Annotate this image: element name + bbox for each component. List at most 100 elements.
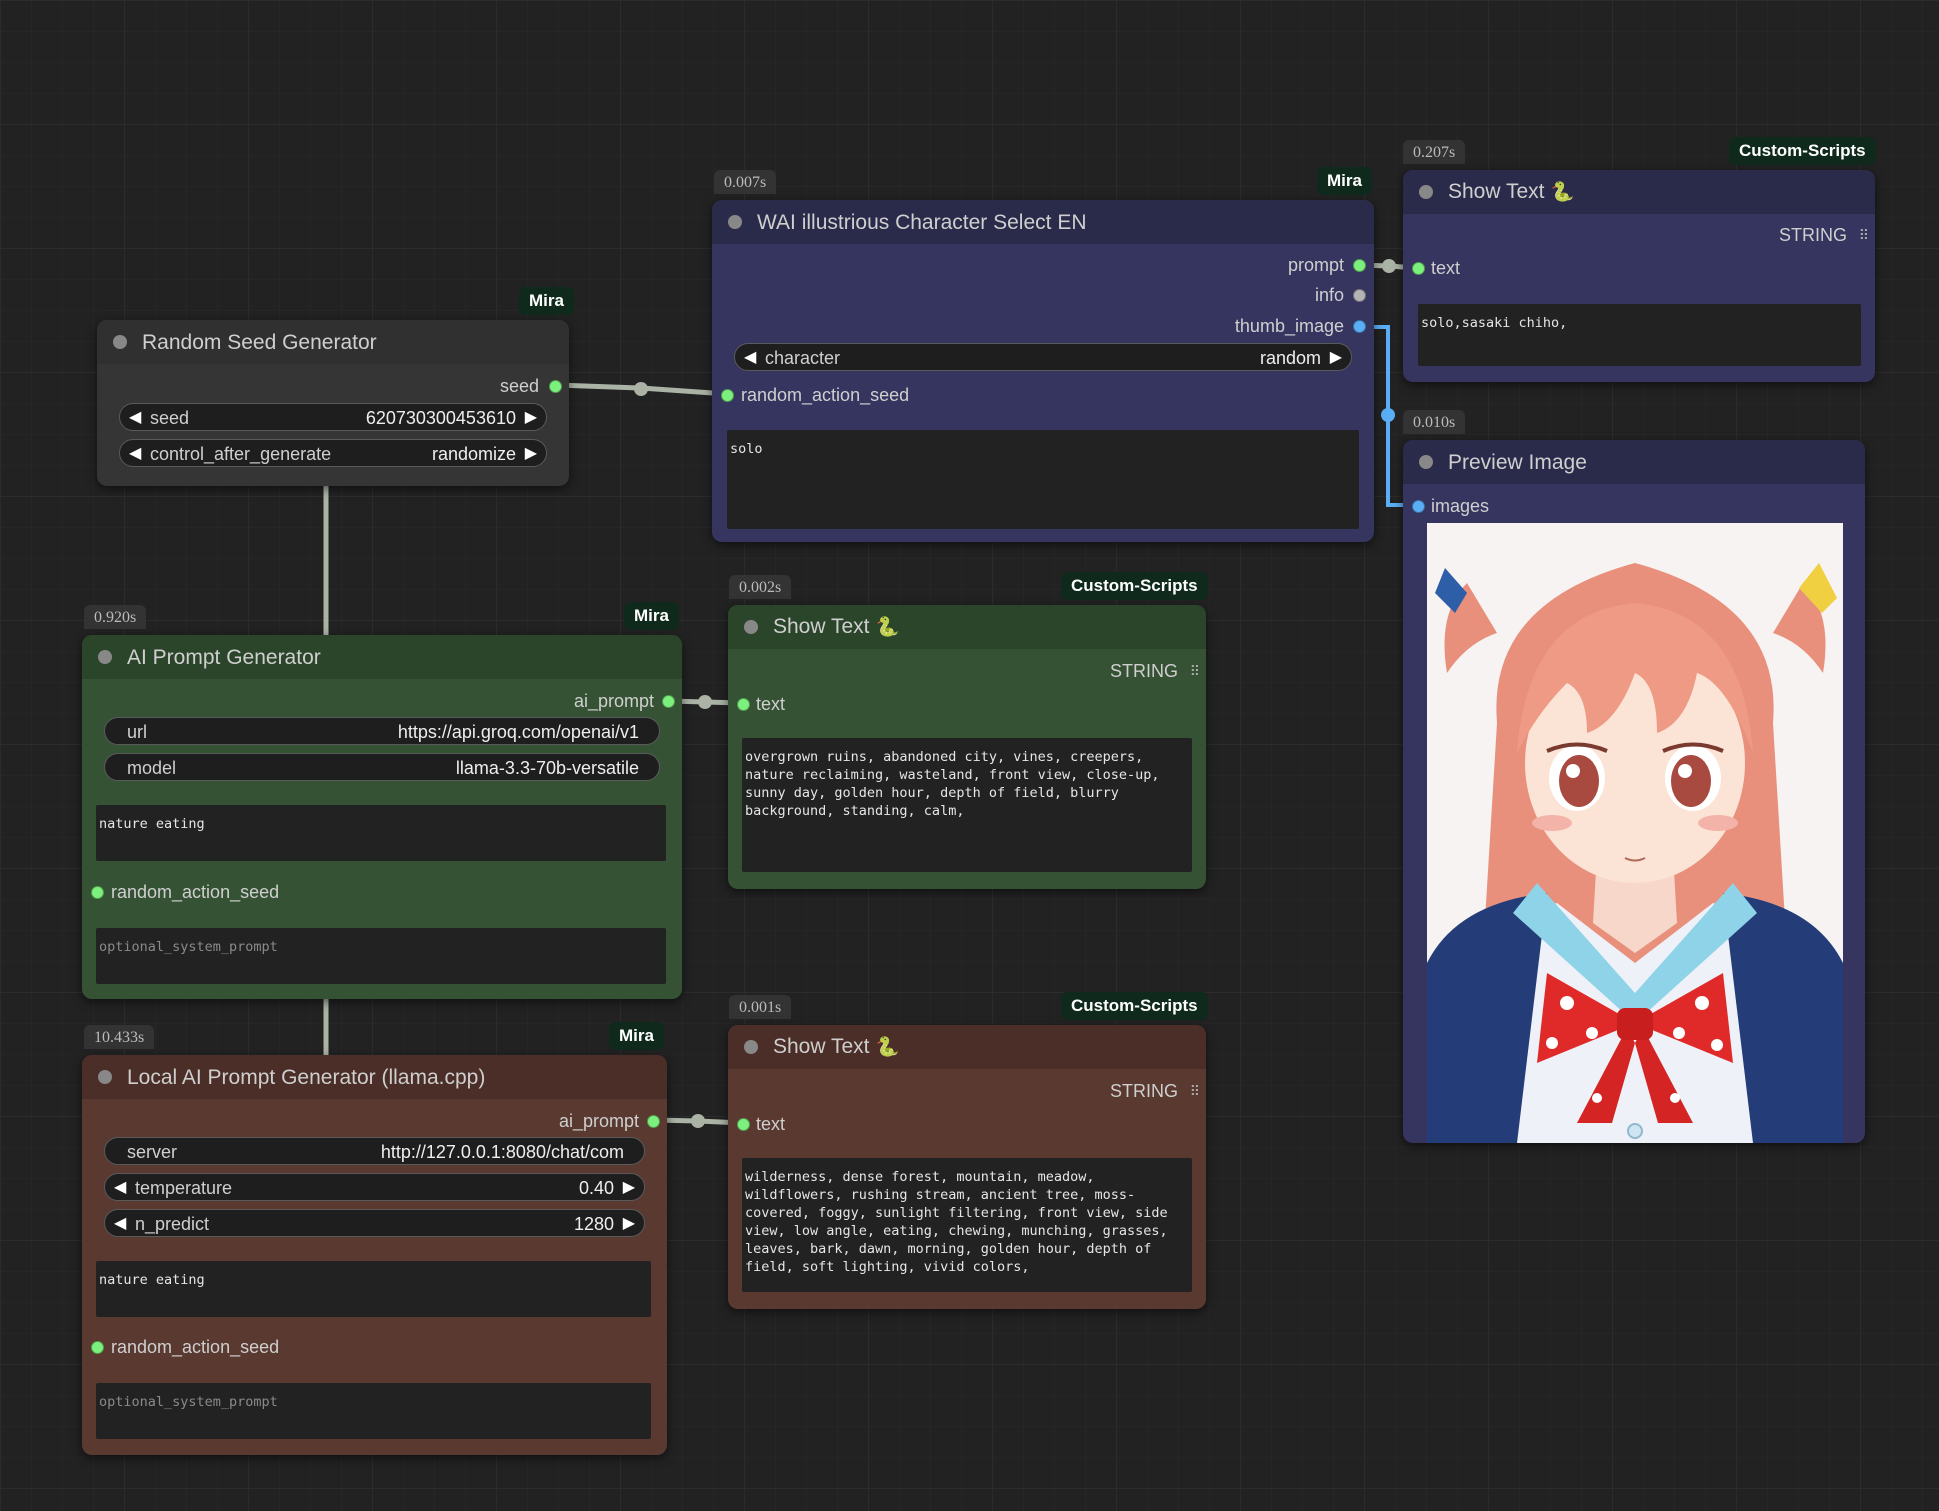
show-text-node-top[interactable]: Show Text 🐍 STRING ⠿ text solo,sasaki chi… (1403, 170, 1875, 382)
arrow-right-icon[interactable]: ▶ (525, 407, 537, 427)
node-title-bar[interactable]: Local AI Prompt Generator (llama.cpp) (82, 1055, 667, 1099)
output-ai-prompt-slot[interactable] (647, 1115, 660, 1128)
input-seed-label: random_action_seed (741, 385, 910, 405)
collapse-dot-icon[interactable] (98, 650, 112, 664)
collapse-dot-icon[interactable] (113, 335, 127, 349)
temperature-value: 0.40 (578, 1178, 614, 1198)
system-prompt-area[interactable]: optional_system_prompt (96, 1383, 651, 1439)
collapse-dot-icon[interactable] (98, 1070, 112, 1084)
python-snake-icon: 🐍 (875, 617, 900, 638)
input-images-slot[interactable] (1412, 500, 1425, 513)
input-text-slot[interactable] (1412, 262, 1425, 275)
url-label: url (127, 722, 148, 742)
arrow-right-icon[interactable]: ▶ (623, 1177, 635, 1197)
preview-image-anime-girl[interactable] (1427, 523, 1843, 1143)
node-title-bar[interactable]: Preview Image (1403, 440, 1865, 484)
server-value: http://127.0.0.1:8080/chat/com (380, 1142, 624, 1162)
show-text-output[interactable]: solo,sasaki chiho, (1418, 304, 1861, 366)
output-ai-prompt-slot[interactable] (662, 695, 675, 708)
arrow-right-icon[interactable]: ▶ (1330, 347, 1342, 367)
collapse-dot-icon[interactable] (728, 215, 742, 229)
show-text-node-middle[interactable]: Show Text 🐍 STRING ⠿ text overgrown ruins… (728, 605, 1206, 889)
local-ai-prompt-generator-node[interactable]: Local AI Prompt Generator (llama.cpp) ai… (82, 1055, 667, 1455)
link-reroute (1381, 408, 1395, 422)
control-label: control_after_generate (150, 444, 332, 464)
collapse-dot-icon[interactable] (744, 620, 758, 634)
output-type-label: STRING (1109, 661, 1178, 681)
execution-time-badge: 0.010s (1403, 410, 1466, 434)
output-seed-label: seed (499, 376, 539, 396)
output-thumb-label: thumb_image (1234, 316, 1344, 336)
n-predict-widget[interactable]: ◀ n_predict 1280 ▶ (104, 1209, 645, 1237)
system-prompt-area[interactable]: optional_system_prompt (96, 928, 666, 984)
output-info-slot[interactable] (1353, 289, 1366, 302)
node-title: AI Prompt Generator (127, 646, 321, 669)
output-prompt-slot[interactable] (1353, 259, 1366, 272)
seed-widget[interactable]: ◀ seed 620730300453610 ▶ (119, 403, 547, 431)
node-tag: Mira (624, 602, 679, 630)
arrow-right-icon[interactable]: ▶ (525, 443, 537, 463)
node-title: Local AI Prompt Generator (llama.cpp) (127, 1066, 486, 1089)
show-text-output[interactable]: overgrown ruins, abandoned city, vines, … (742, 738, 1192, 872)
collapse-dot-icon[interactable] (744, 1040, 758, 1054)
model-widget[interactable]: model llama-3.3-70b-versatile (104, 753, 660, 781)
input-text-slot[interactable] (737, 698, 750, 711)
node-title: Show Text 🐍 (773, 615, 899, 639)
node-title-bar[interactable]: Random Seed Generator (97, 320, 569, 364)
node-title-bar[interactable]: Show Text 🐍 (728, 605, 1206, 649)
input-text-slot[interactable] (737, 1118, 750, 1131)
temperature-widget[interactable]: ◀ temperature 0.40 ▶ (104, 1173, 645, 1201)
collapse-dot-icon[interactable] (1419, 455, 1433, 469)
control-after-generate-widget[interactable]: ◀ control_after_generate randomize ▶ (119, 439, 547, 467)
arrow-left-icon[interactable]: ◀ (114, 1213, 126, 1233)
node-title-bar[interactable]: Show Text 🐍 (1403, 170, 1875, 214)
arrow-left-icon[interactable]: ◀ (129, 443, 141, 463)
collapse-dot-icon[interactable] (1419, 185, 1433, 199)
input-text-label: text (1431, 258, 1461, 278)
node-title: Show Text 🐍 (773, 1035, 899, 1059)
node-title-bar[interactable]: WAI illustrious Character Select EN (712, 200, 1374, 244)
output-thumb-slot[interactable] (1353, 320, 1366, 333)
input-seed-slot[interactable] (91, 1341, 104, 1354)
model-value: llama-3.3-70b-versatile (455, 758, 639, 778)
input-seed-label: random_action_seed (111, 882, 280, 902)
grid-dots-icon[interactable]: ⠿ (1190, 1083, 1200, 1100)
node-tag: Custom-Scripts (1061, 992, 1208, 1020)
output-type-label: STRING (1778, 225, 1847, 245)
preview-image-node[interactable]: Preview Image images (1403, 440, 1865, 1143)
prompt-text-area[interactable]: nature eating (96, 1261, 651, 1317)
output-prompt-label: prompt (1287, 255, 1344, 275)
node-title-bar[interactable]: AI Prompt Generator (82, 635, 682, 679)
node-title-bar[interactable]: Show Text 🐍 (728, 1025, 1206, 1069)
character-label: character (765, 348, 841, 368)
show-text-title: Show Text (1448, 180, 1545, 203)
server-widget[interactable]: server http://127.0.0.1:8080/chat/com (104, 1137, 645, 1165)
output-ai-prompt-label: ai_prompt (558, 1111, 639, 1131)
show-text-title: Show Text (773, 1035, 870, 1058)
wai-text-area[interactable]: solo (727, 430, 1359, 529)
grid-dots-icon[interactable]: ⠿ (1190, 663, 1200, 680)
arrow-right-icon[interactable]: ▶ (623, 1213, 635, 1233)
url-widget[interactable]: url https://api.groq.com/openai/v1 (104, 717, 660, 745)
input-seed-slot[interactable] (721, 389, 734, 402)
show-text-node-bottom[interactable]: Show Text 🐍 STRING ⠿ text wilderness, den… (728, 1025, 1206, 1309)
arrow-left-icon[interactable]: ◀ (744, 347, 756, 367)
ai-prompt-generator-node[interactable]: AI Prompt Generator ai_prompt url https:… (82, 635, 682, 999)
execution-time-badge: 0.002s (729, 575, 792, 599)
grid-dots-icon[interactable]: ⠿ (1859, 227, 1869, 244)
show-text-output[interactable]: wilderness, dense forest, mountain, mead… (742, 1158, 1192, 1292)
character-widget[interactable]: ◀ character random ▶ (734, 343, 1352, 371)
random-seed-generator-node[interactable]: Random Seed Generator seed ◀ seed 620730… (97, 320, 569, 486)
control-value: randomize (431, 444, 516, 464)
node-tag: Custom-Scripts (1061, 572, 1208, 600)
arrow-left-icon[interactable]: ◀ (114, 1177, 126, 1197)
input-images-label: images (1431, 496, 1490, 516)
execution-time-badge: 10.433s (84, 1025, 155, 1049)
input-seed-slot[interactable] (91, 886, 104, 899)
server-label: server (127, 1142, 178, 1162)
wai-character-select-node[interactable]: WAI illustrious Character Select EN prom… (712, 200, 1374, 542)
arrow-left-icon[interactable]: ◀ (129, 407, 141, 427)
model-label: model (127, 758, 177, 778)
output-seed-slot[interactable] (549, 380, 562, 393)
prompt-text-area[interactable]: nature eating (96, 805, 666, 861)
